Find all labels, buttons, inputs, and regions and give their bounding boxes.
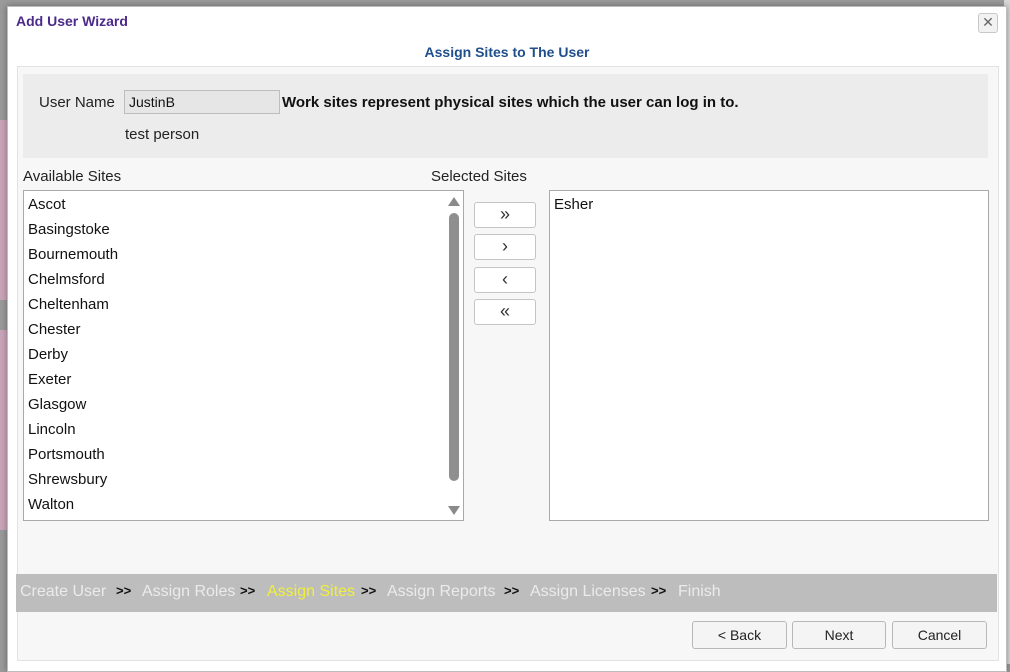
user-info-panel — [23, 74, 988, 158]
available-sites-label: Available Sites — [23, 168, 122, 185]
step-create-user: Create User — [20, 583, 107, 600]
list-item[interactable]: Chelmsford — [24, 267, 463, 292]
step-heading: Assign Sites to The User — [424, 44, 590, 60]
list-item[interactable]: Chester — [24, 317, 463, 342]
cancel-button[interactable]: Cancel — [892, 621, 987, 649]
list-item[interactable]: Portsmouth — [24, 442, 463, 467]
selected-sites-label: Selected Sites — [431, 168, 527, 185]
available-sites-scrollbar[interactable] — [447, 193, 461, 518]
scroll-thumb[interactable] — [449, 213, 459, 481]
wizard-steps-bar: Create User >> Assign Roles >> Assign Si… — [16, 574, 997, 612]
remove-site-button[interactable]: ‹ — [474, 267, 536, 293]
step-separator: >> — [116, 583, 132, 598]
list-item[interactable]: Lincoln — [24, 417, 463, 442]
list-item[interactable]: Derby — [24, 342, 463, 367]
list-item[interactable]: Ascot — [24, 192, 463, 217]
add-all-sites-button[interactable]: » — [474, 202, 536, 228]
user-description: test person — [125, 126, 200, 143]
selected-sites-list[interactable]: Esher — [549, 190, 989, 521]
step-separator: >> — [504, 583, 520, 598]
step-finish: Finish — [678, 583, 721, 600]
close-icon[interactable]: ✕ — [978, 13, 998, 33]
list-item[interactable]: Esher — [550, 192, 988, 217]
dialog-title: Add User Wizard — [16, 13, 128, 29]
add-site-button[interactable]: › — [474, 234, 536, 260]
list-item[interactable]: Basingstoke — [24, 217, 463, 242]
step-separator: >> — [651, 583, 667, 598]
available-sites-list[interactable]: Ascot Basingstoke Bournemouth Chelmsford… — [23, 190, 464, 521]
step-assign-reports: Assign Reports — [387, 583, 496, 600]
step-separator: >> — [240, 583, 256, 598]
scroll-up-arrow-icon[interactable] — [448, 197, 460, 206]
step-assign-roles: Assign Roles — [142, 583, 236, 600]
list-item[interactable]: Bournemouth — [24, 242, 463, 267]
remove-all-sites-button[interactable]: « — [474, 299, 536, 325]
step-assign-sites: Assign Sites — [267, 583, 356, 600]
user-name-label: User Name — [39, 94, 115, 111]
user-name-field[interactable] — [124, 90, 280, 114]
list-item[interactable]: Cheltenham — [24, 292, 463, 317]
step-assign-licenses: Assign Licenses — [530, 583, 646, 600]
work-sites-info-text: Work sites represent physical sites whic… — [282, 94, 739, 111]
list-item[interactable]: Walton — [24, 492, 463, 517]
list-item[interactable]: Glasgow — [24, 392, 463, 417]
add-user-wizard-dialog: Add User Wizard ✕ Assign Sites to The Us… — [7, 6, 1007, 672]
list-item[interactable]: Shrewsbury — [24, 467, 463, 492]
back-button[interactable]: < Back — [692, 621, 787, 649]
scroll-down-arrow-icon[interactable] — [448, 506, 460, 515]
step-separator: >> — [361, 583, 377, 598]
list-item[interactable]: Exeter — [24, 367, 463, 392]
next-button[interactable]: Next — [792, 621, 886, 649]
